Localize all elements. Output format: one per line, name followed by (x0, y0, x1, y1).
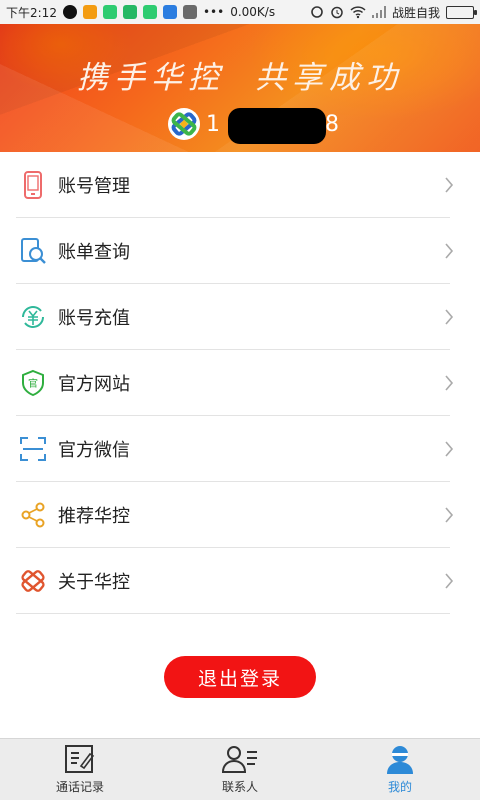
scan-icon (18, 434, 48, 464)
tab-label: 通话记录 (55, 780, 104, 794)
chevron-right-icon (445, 441, 454, 457)
security-icon (142, 5, 157, 19)
chevron-right-icon (445, 573, 454, 589)
svg-text:官: 官 (28, 377, 38, 390)
tab-contacts[interactable]: 联系人 (160, 739, 320, 800)
menu-label: 账号充值 (58, 308, 130, 329)
logout-button[interactable]: 退出登录 (164, 656, 316, 698)
app-icon-2 (182, 5, 197, 19)
account-row: 18 (168, 107, 340, 144)
profile-icon (387, 746, 413, 774)
slogan: 携手华控 共享成功 (0, 52, 480, 97)
wechat-icon (122, 5, 137, 19)
chevron-right-icon (445, 507, 454, 523)
header-banner: 携手华控 共享成功 18 (0, 24, 480, 152)
download-icon (162, 5, 177, 19)
alarm-icon (331, 6, 343, 19)
chevron-right-icon (445, 243, 454, 259)
menu-label: 账号管理 (58, 176, 130, 197)
network-speed: 0.00K/s (230, 5, 276, 19)
screen: 下午2:12 ••• 0.00K/s 战胜自我 携手华控 共享成功 1 8 账号… (0, 0, 480, 800)
menu-item-recharge[interactable]: 账号充值 (0, 284, 480, 350)
status-time: 下午2:12 (6, 5, 57, 20)
tab-label: 我的 (387, 780, 412, 794)
sync-icon (311, 6, 323, 18)
menu-item-official-wechat[interactable]: 官方微信 (0, 416, 480, 482)
carrier-name: 战胜自我 (391, 5, 440, 20)
menu-list: 账号管理 账单查询 账号充值 官 官方网站 官方微信 推荐华控 关于华控 (0, 152, 480, 614)
wifi-icon (350, 6, 366, 19)
chevron-right-icon (445, 309, 454, 325)
menu-label: 关于华控 (58, 572, 130, 593)
menu-label: 推荐华控 (58, 506, 130, 527)
redaction (228, 107, 326, 144)
more-dots-icon: ••• (202, 5, 225, 19)
chevron-right-icon (445, 375, 454, 391)
bill-search-icon (18, 236, 48, 266)
slogan-left: 携手华控 (77, 60, 225, 96)
tab-call-log[interactable]: 通话记录 (0, 739, 160, 800)
call-log-icon (65, 745, 95, 773)
menu-label: 官方微信 (58, 440, 130, 461)
status-bar: 下午2:12 ••• 0.00K/s 战胜自我 (0, 0, 480, 24)
status-left: 下午2:12 ••• 0.00K/s (6, 4, 275, 21)
menu-label: 官方网站 (58, 374, 130, 395)
recharge-icon (18, 302, 48, 332)
menu-item-account-management[interactable]: 账号管理 (0, 152, 480, 218)
account-number: 18 (206, 107, 340, 144)
app-icon (102, 5, 117, 19)
slogan-right: 共享成功 (255, 60, 403, 96)
menu-item-bill-query[interactable]: 账单查询 (0, 218, 480, 284)
contacts-icon (221, 746, 257, 773)
battery-icon (446, 5, 477, 19)
signal-icon (371, 6, 386, 18)
share-icon (18, 500, 48, 530)
about-logo-icon (18, 566, 48, 596)
account-suffix: 8 (325, 111, 340, 137)
bottom-tab-bar: 通话记录 联系人 我的 (0, 738, 480, 800)
menu-item-recommend[interactable]: 推荐华控 (0, 482, 480, 548)
menu-item-official-website[interactable]: 官 官方网站 (0, 350, 480, 416)
phone-icon (18, 170, 48, 200)
menu-item-about[interactable]: 关于华控 (0, 548, 480, 614)
shield-icon: 官 (18, 368, 48, 398)
tab-label: 联系人 (221, 780, 258, 794)
menu-label: 账单查询 (58, 242, 130, 263)
qq-icon (62, 5, 77, 19)
chevron-right-icon (445, 177, 454, 193)
status-right: 战胜自我 (310, 4, 477, 21)
notification-icon (82, 5, 97, 19)
account-prefix: 1 (206, 111, 221, 137)
tab-profile[interactable]: 我的 (320, 739, 480, 800)
brand-logo-icon (168, 108, 200, 140)
